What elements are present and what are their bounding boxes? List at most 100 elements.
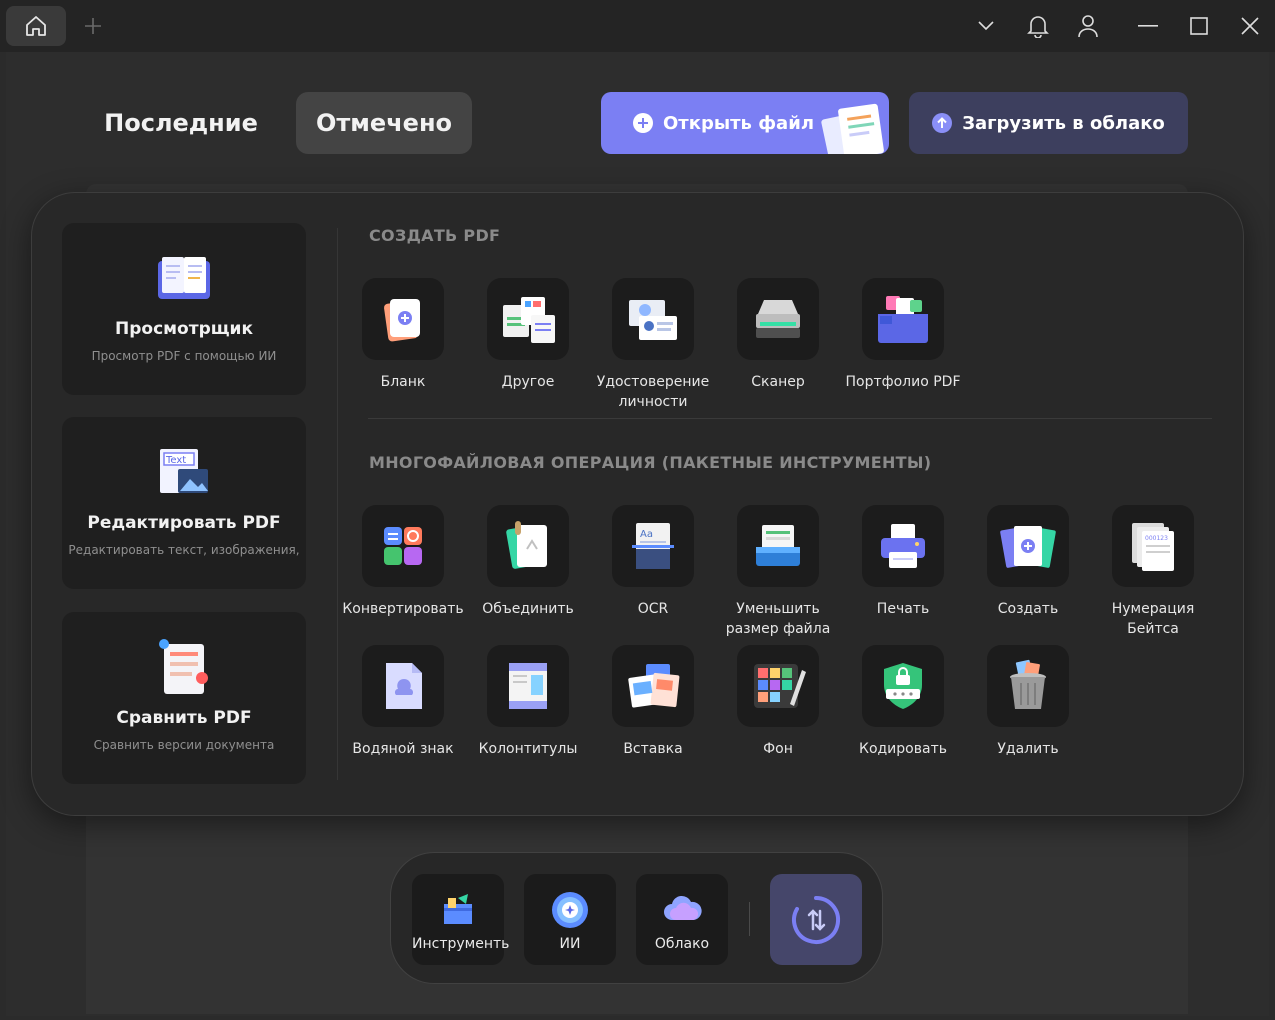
edit-pdf-subtitle: Редактировать текст, изображения, <box>68 543 300 557</box>
documents-decoration-icon <box>821 103 884 154</box>
watermark-icon <box>386 663 422 709</box>
tool-blank-label: Бланк <box>380 374 426 390</box>
background-icon <box>754 664 806 708</box>
book-icon <box>158 257 210 299</box>
tool-encrypt-label: Кодировать <box>859 741 947 757</box>
dock-tools-label: Инструменть <box>412 936 510 952</box>
dock-cloud[interactable]: Облако <box>636 874 728 965</box>
print-icon <box>881 524 925 568</box>
open-file-button[interactable]: Открыть файл <box>601 92 889 154</box>
dock-divider <box>749 902 750 936</box>
tool-encrypt[interactable]: Кодировать <box>838 645 968 759</box>
tool-header-footer-label: Колонтитулы <box>478 741 578 757</box>
home-tab[interactable] <box>6 6 66 46</box>
edit-pdf-card[interactable]: Text Редактировать PDF Редактировать тек… <box>62 417 306 589</box>
tool-create[interactable]: Создать <box>963 505 1093 619</box>
dock-tools[interactable]: Инструменть <box>412 874 510 965</box>
tool-create-label: Создать <box>997 601 1059 617</box>
create-icon <box>1000 526 1056 568</box>
tool-merge[interactable]: Объединить <box>463 505 593 619</box>
tool-print[interactable]: Печать <box>838 505 968 619</box>
close-icon <box>1241 17 1259 35</box>
tool-compress-label: Уменьшить размер файла <box>725 601 831 637</box>
tool-portfolio[interactable]: Портфолио PDF <box>838 278 968 392</box>
viewer-card[interactable]: Просмотрщик Просмотр PDF с помощью ИИ <box>62 223 306 395</box>
compare-pdf-title: Сравнить PDF <box>116 708 252 728</box>
tool-background-label: Фон <box>763 741 793 757</box>
cloud-icon <box>664 895 702 920</box>
tool-ocr[interactable]: Aa OCR <box>588 505 718 619</box>
tool-bates-label: Нумерация Бейтса <box>1111 601 1195 637</box>
tool-background[interactable]: Фон <box>713 645 843 759</box>
open-file-label: Открыть файл <box>663 112 814 134</box>
tool-ocr-label: OCR <box>637 601 669 617</box>
tool-compress[interactable]: Уменьшить размер файла <box>713 505 843 639</box>
tab-recent[interactable]: Последние <box>96 92 266 154</box>
svg-text:Aa: Aa <box>640 529 653 540</box>
maximize-button[interactable] <box>1184 11 1214 41</box>
svg-text:Text: Text <box>165 455 186 466</box>
tool-print-label: Печать <box>876 601 930 617</box>
dock-sync-button[interactable] <box>770 874 862 965</box>
ai-icon <box>552 892 588 928</box>
compare-pdf-card[interactable]: Сравнить PDF Сравнить версии документа <box>62 612 306 784</box>
tool-bates[interactable]: 000123 Нумерация Бейтса <box>1088 505 1218 639</box>
tool-delete[interactable]: Удалить <box>963 645 1093 759</box>
minimize-button[interactable] <box>1133 11 1163 41</box>
plus-circle-icon <box>633 113 653 133</box>
upload-cloud-label: Загрузить в облако <box>962 112 1165 134</box>
blank-page-icon <box>384 299 420 342</box>
compare-icon <box>159 639 208 694</box>
tab-marked[interactable]: Отмечено <box>296 92 472 154</box>
minimize-icon <box>1138 25 1158 27</box>
tool-scanner-label: Сканер <box>751 374 805 390</box>
id-card-icon <box>629 300 677 340</box>
tools-icon <box>444 894 472 924</box>
tool-id-card[interactable]: Удостоверение личности <box>588 278 718 412</box>
tool-blank[interactable]: Бланк <box>338 278 468 392</box>
dock-ai-label: ИИ <box>559 936 581 952</box>
user-icon <box>1078 15 1098 38</box>
ocr-icon: Aa <box>632 523 674 569</box>
section-create-pdf: СОЗДАТЬ PDF <box>369 226 501 245</box>
viewer-subtitle: Просмотр PDF с помощью ИИ <box>91 349 277 363</box>
viewer-title: Просмотрщик <box>115 319 253 339</box>
portfolio-icon <box>878 296 928 343</box>
tool-header-footer[interactable]: Колонтитулы <box>463 645 593 759</box>
notifications-button[interactable] <box>1023 11 1053 41</box>
section-batch-tools: МНОГОФАЙЛОВАЯ ОПЕРАЦИЯ (ПАКЕТНЫЕ ИНСТРУМ… <box>369 453 932 472</box>
section-divider <box>368 418 1212 419</box>
tool-insert-label: Вставка <box>623 741 683 757</box>
tool-scanner[interactable]: Сканер <box>713 278 843 392</box>
close-button[interactable] <box>1235 11 1265 41</box>
compress-icon <box>756 525 800 566</box>
edit-pdf-title: Редактировать PDF <box>87 513 281 533</box>
tool-watermark-label: Водяной знак <box>352 741 454 757</box>
tool-convert[interactable]: Конвертировать <box>338 505 468 619</box>
svg-text:000123: 000123 <box>1145 535 1168 542</box>
tool-watermark[interactable]: Водяной знак <box>338 645 468 759</box>
insert-icon <box>628 664 680 708</box>
tool-delete-label: Удалить <box>997 741 1059 757</box>
dock-ai[interactable]: ИИ <box>524 874 616 965</box>
upload-cloud-button[interactable]: Загрузить в облако <box>909 92 1188 154</box>
home-icon <box>26 16 46 36</box>
compare-pdf-subtitle: Сравнить версии документа <box>93 738 275 752</box>
tool-merge-label: Объединить <box>482 601 574 617</box>
other-files-icon <box>503 297 555 343</box>
delete-icon <box>1010 659 1046 709</box>
tool-other-label: Другое <box>501 374 555 390</box>
tool-insert[interactable]: Вставка <box>588 645 718 759</box>
scanner-icon <box>756 300 800 338</box>
tool-other[interactable]: Другое <box>463 278 593 392</box>
tool-portfolio-label: Портфолио PDF <box>845 374 961 390</box>
tool-id-card-label: Удостоверение личности <box>596 374 710 410</box>
convert-icon <box>384 527 422 565</box>
tool-convert-label: Конвертировать <box>342 601 464 617</box>
chevron-down-icon <box>978 21 994 31</box>
bell-icon <box>1027 16 1049 38</box>
account-button[interactable] <box>1073 11 1103 41</box>
new-tab-button[interactable] <box>80 13 106 39</box>
sync-icon <box>792 895 841 944</box>
dropdown-button[interactable] <box>971 11 1001 41</box>
